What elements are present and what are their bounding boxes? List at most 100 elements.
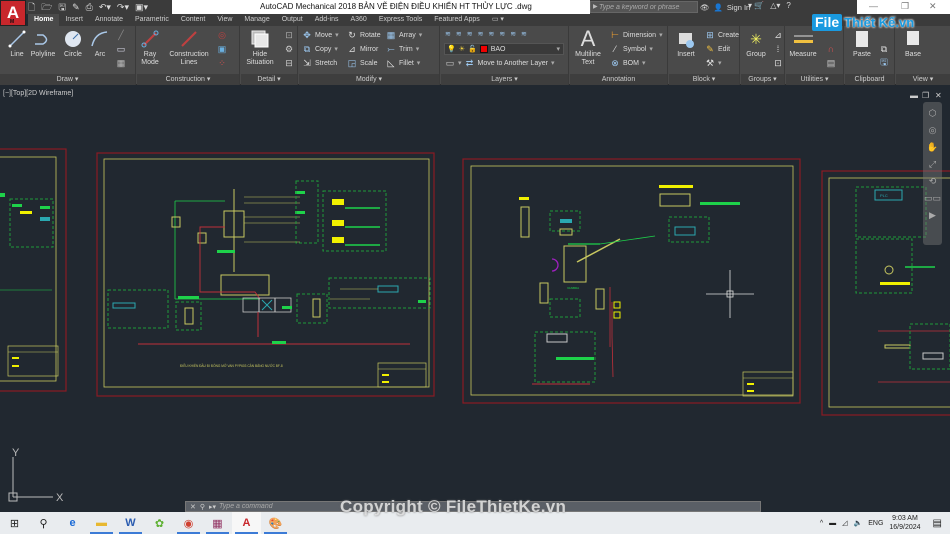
- saveas-icon[interactable]: ✎: [72, 1, 80, 13]
- tab-view[interactable]: View: [211, 14, 238, 26]
- open-icon[interactable]: 🗁: [41, 1, 52, 13]
- save-icon[interactable]: 🖫: [58, 1, 66, 13]
- maximize-button[interactable]: ❐: [901, 1, 909, 12]
- language-indicator[interactable]: ENG: [868, 520, 883, 527]
- layer-tools-row[interactable]: ≋≋≋≋≋≋≋≋: [445, 28, 532, 40]
- construction-erase-button[interactable]: ⁘: [217, 57, 227, 69]
- tab-insert[interactable]: Insert: [59, 14, 89, 26]
- taskbar-file-explorer[interactable]: ▬: [87, 512, 116, 534]
- construction-box-button[interactable]: ▣: [217, 43, 227, 55]
- panel-label-detail[interactable]: Detail ▾: [241, 74, 297, 85]
- search-input[interactable]: [599, 2, 697, 12]
- tab-overflow[interactable]: ▭ ▾: [486, 14, 510, 26]
- application-menu-button[interactable]: A M: [0, 0, 26, 26]
- tab-express-tools[interactable]: Express Tools: [373, 14, 428, 26]
- symbol-button[interactable]: ⁄ Symbol ▾: [610, 43, 653, 55]
- taskbar-coccoc[interactable]: ✿: [145, 512, 174, 534]
- mirror-button[interactable]: ⊿ Mirror: [347, 43, 378, 55]
- panel-label-annotation[interactable]: Annotation: [570, 74, 667, 85]
- measure-button[interactable]: Measure: [786, 29, 820, 59]
- paste-button[interactable]: Paste: [845, 29, 879, 59]
- tab-a360[interactable]: A360: [344, 14, 372, 26]
- group-tool-1[interactable]: ⊿: [773, 29, 783, 41]
- taskbar-search-button[interactable]: ⚲: [29, 512, 58, 534]
- drawing-viewport[interactable]: [−][Top][2D Wireframe] ▬ ❐ ✕ ĐIỀU KHIỂN …: [0, 87, 950, 512]
- minimize-button[interactable]: —: [869, 1, 878, 11]
- dimension-button[interactable]: ⊢ Dimension ▾: [610, 29, 663, 41]
- panel-label-clipboard[interactable]: Clipboard: [845, 74, 894, 85]
- construction-lines-button[interactable]: Construction Lines: [169, 29, 209, 67]
- copy-clip-button[interactable]: ⧉: [879, 43, 889, 55]
- panel-label-modify[interactable]: Modify ▾: [299, 74, 439, 85]
- block-attr-button[interactable]: ⚒ ▾: [705, 57, 722, 69]
- layer-dropdown[interactable]: 💡 ☀ 🔓 BAO ▾: [444, 43, 564, 55]
- trim-button[interactable]: ⤚ Trim ▾: [386, 43, 419, 55]
- taskbar-paint[interactable]: 🎨: [261, 512, 290, 534]
- redo-icon[interactable]: ↷▾: [117, 1, 129, 13]
- stretch-button[interactable]: ⇲ Stretch: [302, 57, 337, 69]
- panel-label-construction[interactable]: Construction ▾: [137, 74, 239, 85]
- calculator-button[interactable]: ▤: [826, 57, 836, 69]
- autodesk-icon[interactable]: △▾: [770, 1, 780, 10]
- workspace-icon[interactable]: ▣▾: [135, 1, 148, 13]
- taskbar-word[interactable]: W: [116, 512, 145, 534]
- panel-label-groups[interactable]: Groups ▾: [741, 74, 784, 85]
- plot-icon[interactable]: ⎙: [86, 1, 93, 13]
- tab-addins[interactable]: Add-ins: [309, 14, 345, 26]
- insert-block-button[interactable]: Insert: [669, 29, 703, 59]
- network-icon[interactable]: ◿: [842, 519, 847, 527]
- draw-line-dropdown[interactable]: ╱: [116, 29, 126, 41]
- volume-icon[interactable]: 🔈: [854, 519, 863, 527]
- tab-annotate[interactable]: Annotate: [89, 14, 129, 26]
- start-button[interactable]: ⊞: [0, 512, 29, 534]
- command-settings-icon[interactable]: ⚲: [200, 503, 205, 511]
- panel-label-view[interactable]: View ▾: [896, 74, 950, 85]
- tab-parametric[interactable]: Parametric: [129, 14, 175, 26]
- taskbar-winrar[interactable]: ▦: [203, 512, 232, 534]
- rotate-button[interactable]: ↻ Rotate: [347, 29, 380, 41]
- rectangle-dropdown[interactable]: ▭: [116, 43, 126, 55]
- viewcube-icon[interactable]: ⬡: [923, 108, 942, 119]
- notifications-icon[interactable]: ▤: [933, 518, 942, 529]
- search-box[interactable]: ▶: [590, 1, 698, 13]
- multiline-text-button[interactable]: A Multiline Text: [570, 26, 606, 67]
- tab-featured-apps[interactable]: Featured Apps: [428, 14, 486, 26]
- steering-wheel-icon[interactable]: ◎: [923, 125, 942, 136]
- tab-output[interactable]: Output: [276, 14, 309, 26]
- showmotion-icon[interactable]: ▭▭: [923, 193, 942, 204]
- group-button[interactable]: ✳ Group: [739, 29, 773, 59]
- ray-mode-button[interactable]: Ray Mode: [133, 29, 167, 67]
- fillet-button[interactable]: ◺ Fillet ▾: [386, 57, 421, 69]
- help-icon[interactable]: ?: [786, 1, 790, 10]
- tab-home[interactable]: Home: [28, 14, 60, 26]
- arc-button[interactable]: Arc: [83, 29, 117, 59]
- create-block-button[interactable]: ⊞ Create: [705, 29, 739, 41]
- scale-button[interactable]: ◲ Scale: [347, 57, 378, 69]
- clock[interactable]: 9:03 AM 16/9/2024: [889, 514, 920, 532]
- orbit-icon[interactable]: ⟲: [923, 176, 942, 187]
- hide-situation-button[interactable]: Hide Situation: [243, 29, 277, 67]
- construction-circle-button[interactable]: ◎: [217, 29, 227, 41]
- command-close-icon[interactable]: ✕: [190, 503, 196, 511]
- tray-overflow-icon[interactable]: ^: [820, 520, 823, 527]
- panel-label-block[interactable]: Block ▾: [669, 74, 739, 85]
- undo-icon[interactable]: ↶▾: [99, 1, 111, 13]
- battery-icon[interactable]: ▬: [829, 520, 836, 527]
- magnet-button[interactable]: ∩: [826, 43, 836, 55]
- polyline-button[interactable]: Polyline: [26, 29, 60, 59]
- tab-manage[interactable]: Manage: [238, 14, 275, 26]
- cart-icon[interactable]: ▾ 🛒: [748, 1, 764, 10]
- play-icon[interactable]: ▶: [923, 210, 942, 221]
- new-icon[interactable]: 🗋: [28, 1, 35, 13]
- hatch-dropdown[interactable]: ▦: [116, 57, 126, 69]
- group-tool-3[interactable]: ⊡: [773, 57, 783, 69]
- taskbar-autocad[interactable]: A: [232, 512, 261, 534]
- panel-label-draw[interactable]: Draw ▾: [0, 74, 135, 85]
- navigation-bar[interactable]: ⬡ ◎ ✋ ⤢ ⟲ ▭▭ ▶: [923, 102, 942, 245]
- taskbar-chrome[interactable]: ◉: [174, 512, 203, 534]
- paste-special-button[interactable]: 🖫: [879, 57, 889, 69]
- close-button[interactable]: ✕: [929, 1, 937, 12]
- tab-content[interactable]: Content: [175, 14, 212, 26]
- move-button[interactable]: ✥ Move ▾: [302, 29, 338, 41]
- array-button[interactable]: ▦ Array ▾: [386, 29, 423, 41]
